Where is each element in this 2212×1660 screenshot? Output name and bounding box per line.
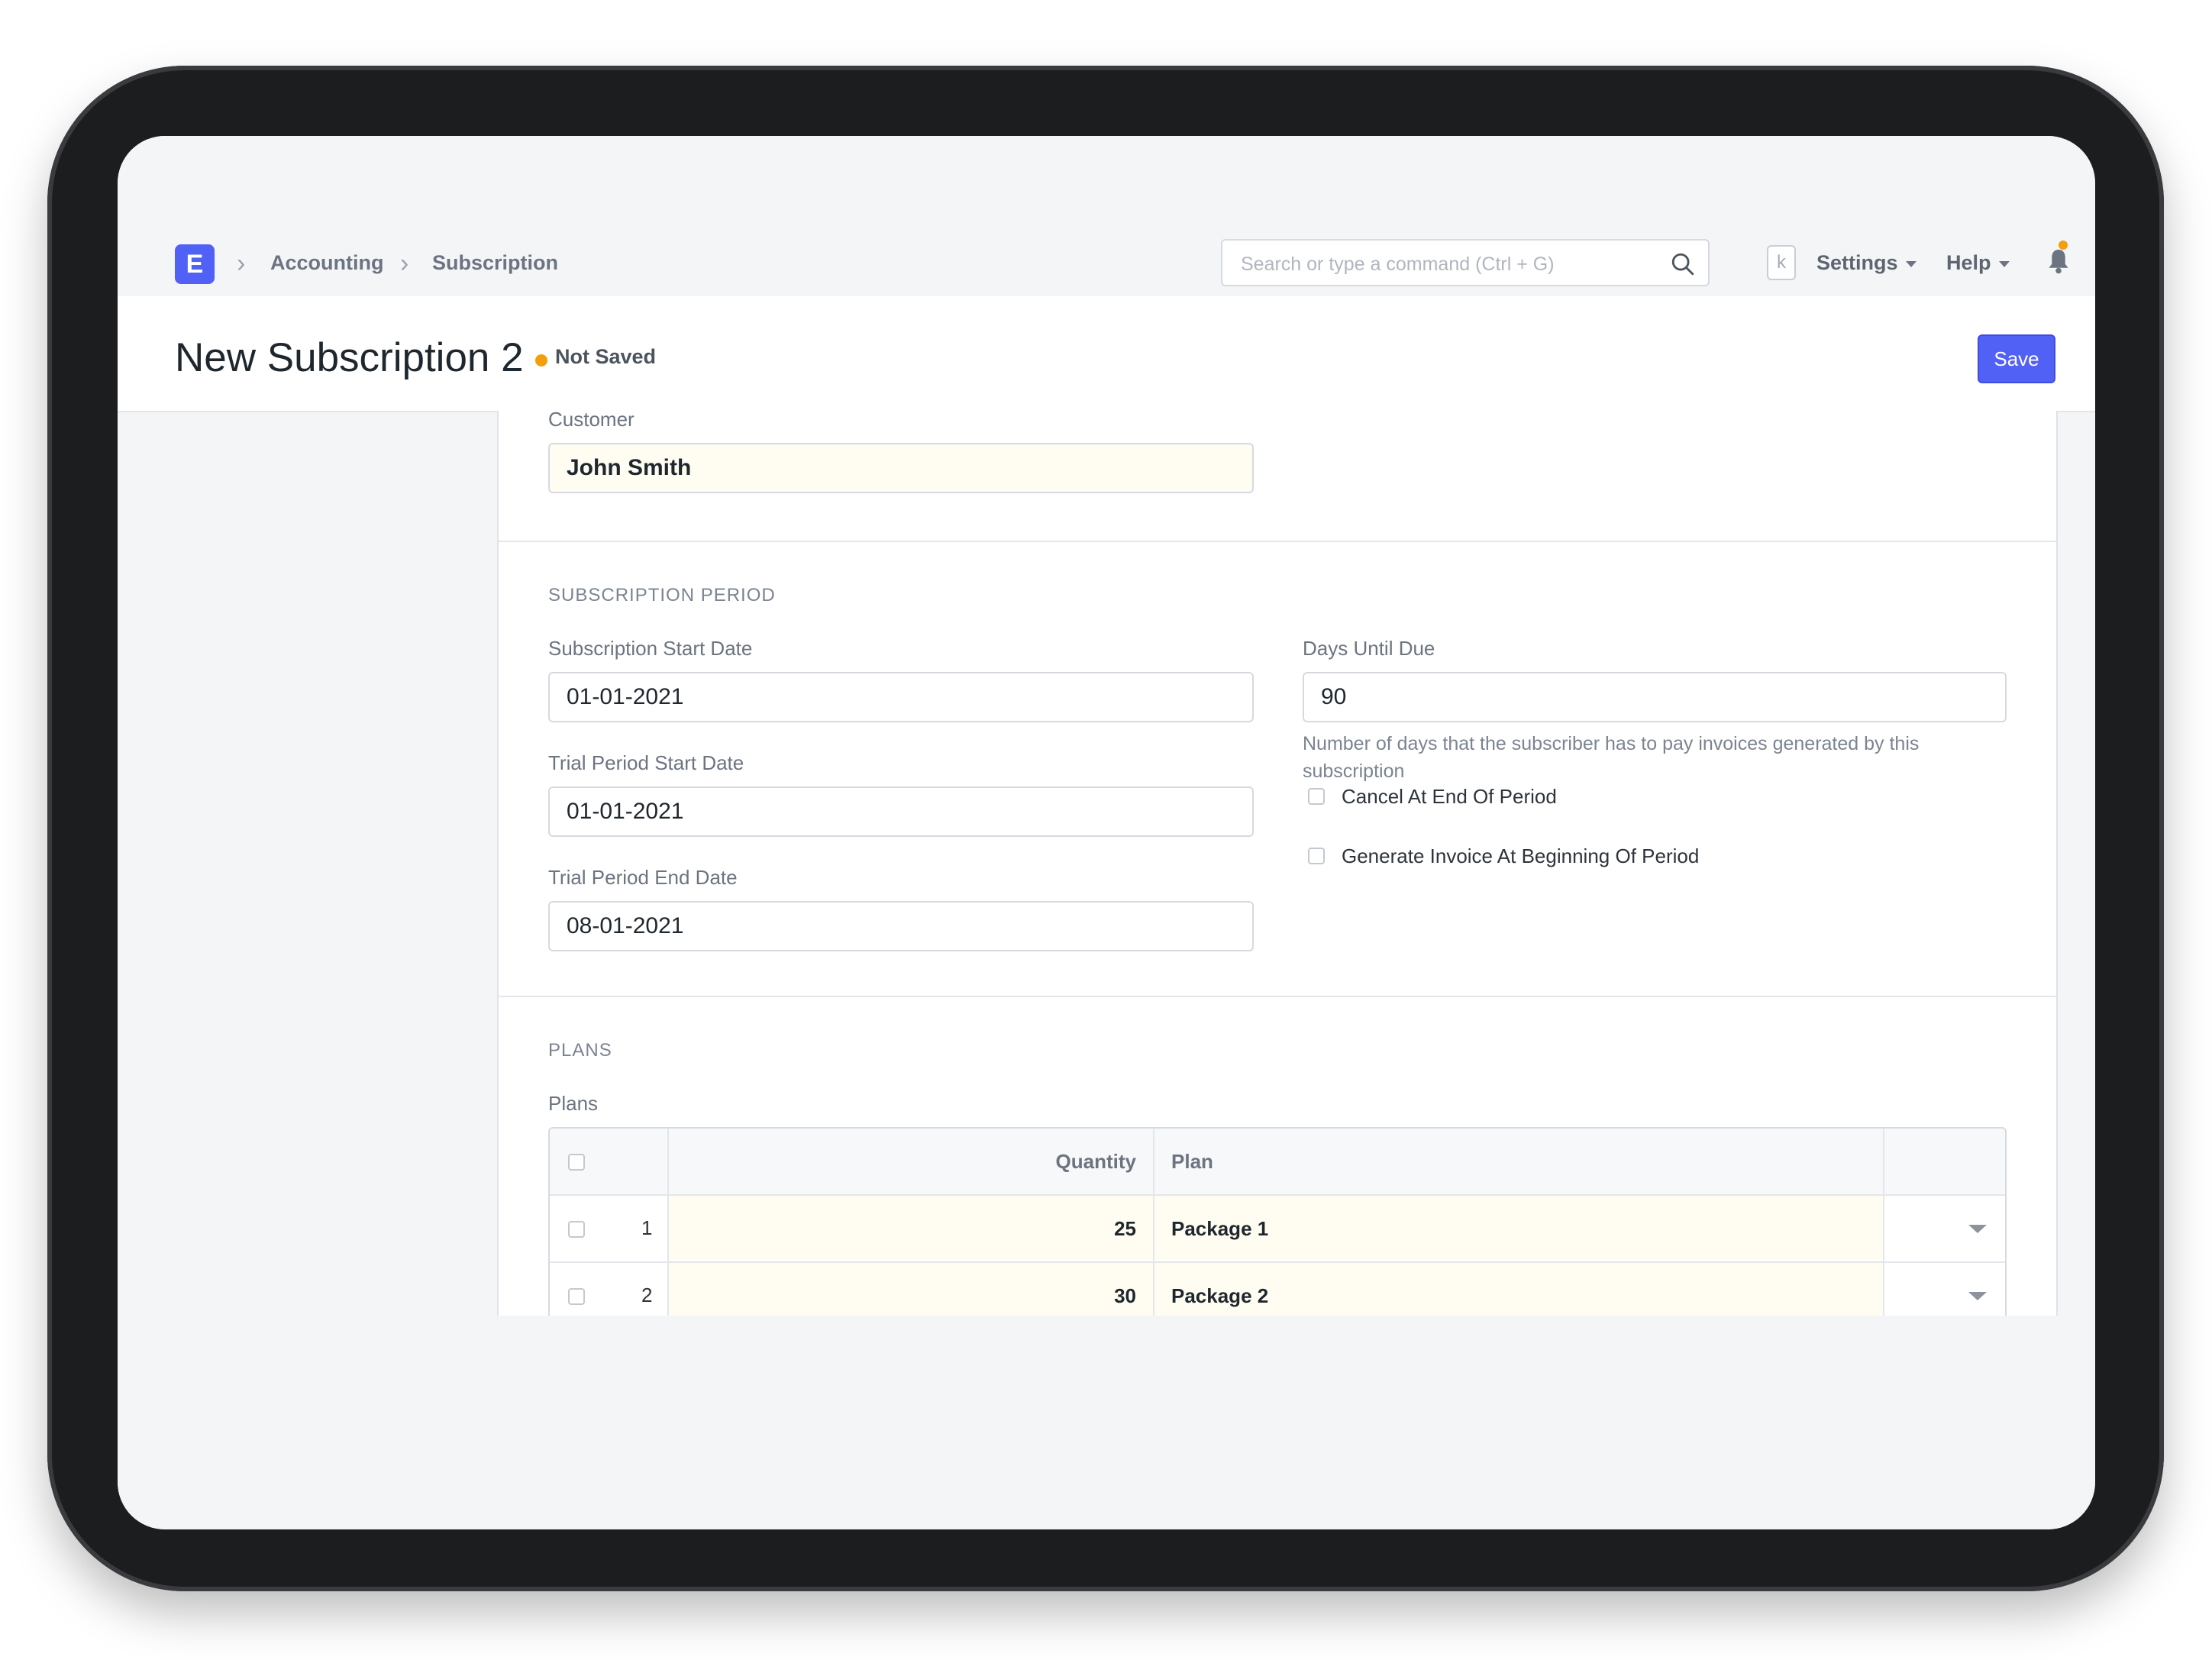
row-expand-icon[interactable] (1968, 1225, 1987, 1233)
app-logo[interactable]: E (175, 244, 215, 284)
cancel-at-end-label: Cancel At End Of Period (1342, 785, 1557, 808)
row-select-cell: 1 (550, 1196, 669, 1261)
row-number: 1 (641, 1216, 653, 1239)
notification-dot (2059, 241, 2068, 250)
status-badge: Not Saved (555, 345, 657, 368)
table-header-row: Quantity Plan (550, 1129, 2005, 1196)
customer-label: Customer (548, 408, 635, 431)
caret-down-icon (1905, 260, 1917, 267)
row-actions-cell (1884, 1196, 2005, 1261)
search-input[interactable] (1239, 250, 1670, 279)
settings-dropdown[interactable]: Settings (1816, 251, 1917, 275)
save-button[interactable]: Save (1978, 334, 2055, 383)
section-divider (499, 541, 2056, 542)
generate-invoice-label: Generate Invoice At Beginning Of Period (1342, 845, 1700, 867)
column-header-plan: Plan (1154, 1129, 1884, 1194)
help-label: Help (1946, 251, 1991, 274)
trial-end-date-label: Trial Period End Date (548, 866, 738, 889)
customer-field[interactable]: John Smith (548, 443, 1254, 493)
select-all-cell (550, 1129, 669, 1194)
plans-table-label: Plans (548, 1092, 599, 1115)
app-screen: E › Accounting › Subscription k Settings… (118, 136, 2095, 1529)
page-title: New Subscription 2 (175, 335, 524, 380)
chevron-right-icon: › (400, 249, 409, 278)
days-until-due-label: Days Until Due (1303, 637, 1435, 660)
search-bar (1221, 239, 1710, 286)
cancel-at-end-checkbox[interactable] (1308, 788, 1325, 805)
plan-cell[interactable]: Package 1 (1154, 1196, 1884, 1261)
chevron-right-icon: › (237, 249, 246, 278)
trial-start-date-label: Trial Period Start Date (548, 751, 744, 774)
column-header-actions (1884, 1129, 2005, 1194)
search-icon[interactable] (1670, 251, 1696, 277)
status-indicator-dot (535, 354, 547, 367)
generate-invoice-checkbox[interactable] (1308, 848, 1325, 864)
row-number: 2 (641, 1284, 653, 1306)
navbar: E › Accounting › Subscription k Settings… (118, 136, 2095, 298)
subscription-start-date-field[interactable]: 01-01-2021 (548, 672, 1254, 722)
section-divider (499, 996, 2056, 997)
quantity-cell[interactable]: 25 (669, 1196, 1154, 1261)
page-header: New Subscription 2 Not Saved Save (118, 296, 2095, 412)
subscription-start-date-label: Subscription Start Date (548, 637, 753, 660)
form-card: Customer John Smith SUBSCRIPTION PERIOD … (497, 408, 2058, 1457)
settings-label: Settings (1816, 251, 1898, 274)
breadcrumb-accounting[interactable]: Accounting (270, 251, 384, 275)
section-title-plans: PLANS (548, 1040, 612, 1061)
notification-bell-icon[interactable] (2047, 247, 2070, 275)
column-header-quantity: Quantity (669, 1129, 1154, 1194)
section-title-subscription-period: SUBSCRIPTION PERIOD (548, 585, 776, 606)
keyboard-shortcut-hint: k (1767, 245, 1796, 280)
row-checkbox[interactable] (568, 1288, 585, 1305)
row-expand-icon[interactable] (1968, 1292, 1987, 1300)
select-all-checkbox[interactable] (568, 1154, 585, 1171)
caret-down-icon (1998, 260, 2010, 267)
trial-start-date-field[interactable]: 01-01-2021 (548, 786, 1254, 837)
days-until-due-field[interactable]: 90 (1303, 672, 2007, 722)
trial-end-date-field[interactable]: 08-01-2021 (548, 901, 1254, 951)
breadcrumb-subscription[interactable]: Subscription (432, 251, 558, 275)
bottom-empty-area (118, 1316, 2095, 1529)
plans-table: Quantity Plan 1 25 Package 1 2 30 Packag… (548, 1127, 2007, 1330)
help-dropdown[interactable]: Help (1946, 251, 2010, 275)
days-until-due-description: Number of days that the subscriber has t… (1303, 733, 1920, 782)
table-row[interactable]: 1 25 Package 1 (550, 1196, 2005, 1263)
row-checkbox[interactable] (568, 1221, 585, 1238)
